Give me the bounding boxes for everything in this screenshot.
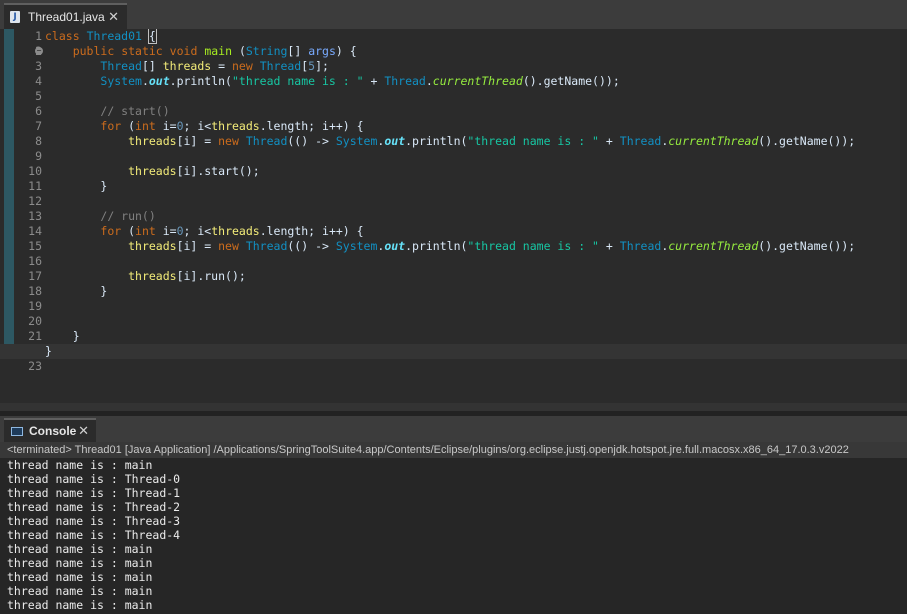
- code-line: for (int i=0; i<threads.length; i++) {: [100, 224, 364, 238]
- code-line: System.out.println("thread name is : " +…: [100, 74, 620, 88]
- console-output-line: thread name is : Thread-4: [7, 528, 181, 542]
- editor-tab-bar: J Thread01.java ✕: [0, 0, 907, 29]
- console-icon: [11, 426, 23, 436]
- editor-tab-thread01[interactable]: J Thread01.java ✕: [4, 3, 127, 29]
- matching-bracket: {: [147, 29, 157, 44]
- line-number: 15: [28, 239, 42, 253]
- console-output-line: thread name is : Thread-1: [7, 486, 181, 500]
- console-output-line: thread name is : main: [7, 542, 153, 556]
- line-number: 9: [35, 149, 42, 163]
- code-line: // run(): [100, 209, 156, 223]
- console-output-line: thread name is : main: [7, 458, 153, 472]
- console-process-status: <terminated> Thread01 [Java Application]…: [0, 442, 907, 458]
- console-output-line: thread name is : main: [7, 556, 153, 570]
- code-line: threads[i] = new Thread(() -> System.out…: [128, 134, 856, 148]
- line-number: 21: [28, 329, 42, 343]
- console-output-line: thread name is : Thread-2: [7, 500, 181, 514]
- line-number: 23: [28, 359, 42, 373]
- code-line: Thread[] threads = new Thread[5];: [100, 59, 329, 73]
- java-file-icon: J: [10, 11, 20, 23]
- line-number: 12: [28, 194, 42, 208]
- code-editor[interactable]: 1 2− 3 4 5 6 7 8 9 10 11 12 13 14 15 16 …: [0, 29, 907, 411]
- line-number: 6: [35, 104, 42, 118]
- code-line: threads[i].start();: [128, 164, 260, 178]
- console-tab-label: Console: [29, 424, 77, 438]
- source-code[interactable]: class Thread01 { public static void main…: [0, 29, 907, 374]
- line-number: 14: [28, 224, 42, 238]
- close-icon[interactable]: ✕: [108, 9, 119, 25]
- line-number-gutter: 1 2− 3 4 5 6 7 8 9 10 11 12 13 14 15 16 …: [14, 29, 43, 374]
- editor-tab-label: Thread01.java: [28, 10, 105, 24]
- line-number: 8: [35, 134, 42, 148]
- code-line: for (int i=0; i<threads.length; i++) {: [100, 119, 364, 133]
- console-tab[interactable]: Console ✕: [4, 418, 96, 442]
- line-number: 18: [28, 284, 42, 298]
- line-number-with-fold: 2−: [14, 44, 43, 59]
- line-number: 19: [28, 299, 42, 313]
- console-output-line: thread name is : Thread-0: [7, 472, 181, 486]
- line-number: 5: [35, 89, 42, 103]
- fold-collapse-icon[interactable]: −: [35, 47, 43, 55]
- console-output-line: thread name is : main: [7, 570, 153, 584]
- code-line: class Thread01 {: [45, 29, 157, 44]
- close-icon[interactable]: ✕: [78, 423, 89, 439]
- line-number: 7: [35, 119, 42, 133]
- line-number: 3: [35, 59, 42, 73]
- code-line: threads[i].run();: [128, 269, 246, 283]
- line-number: 4: [35, 74, 42, 88]
- code-line: }: [100, 284, 108, 298]
- console-tab-bar: Console ✕: [0, 416, 907, 442]
- console-output-line: thread name is : main: [7, 584, 153, 598]
- code-line: }: [100, 179, 108, 193]
- line-number: 17: [28, 269, 42, 283]
- line-number: 13: [28, 209, 42, 223]
- editor-horizontal-scrollbar[interactable]: [0, 403, 907, 411]
- console-output-line: thread name is : main: [7, 598, 153, 612]
- line-number: 1: [35, 29, 42, 43]
- code-line: }: [72, 329, 80, 343]
- current-code-line: }: [0, 344, 907, 359]
- line-number: 11: [28, 179, 42, 193]
- code-line: public static void main (String[] args) …: [72, 44, 357, 58]
- console-output-line: thread name is : Thread-3: [7, 514, 181, 528]
- line-number: 20: [28, 314, 42, 328]
- line-number: 10: [28, 164, 42, 178]
- line-number: 16: [28, 254, 42, 268]
- code-line: // start(): [100, 104, 170, 118]
- code-line: threads[i] = new Thread(() -> System.out…: [128, 239, 856, 253]
- quick-diff-ruler: [4, 29, 14, 357]
- console-output[interactable]: thread name is : main thread name is : T…: [0, 458, 907, 614]
